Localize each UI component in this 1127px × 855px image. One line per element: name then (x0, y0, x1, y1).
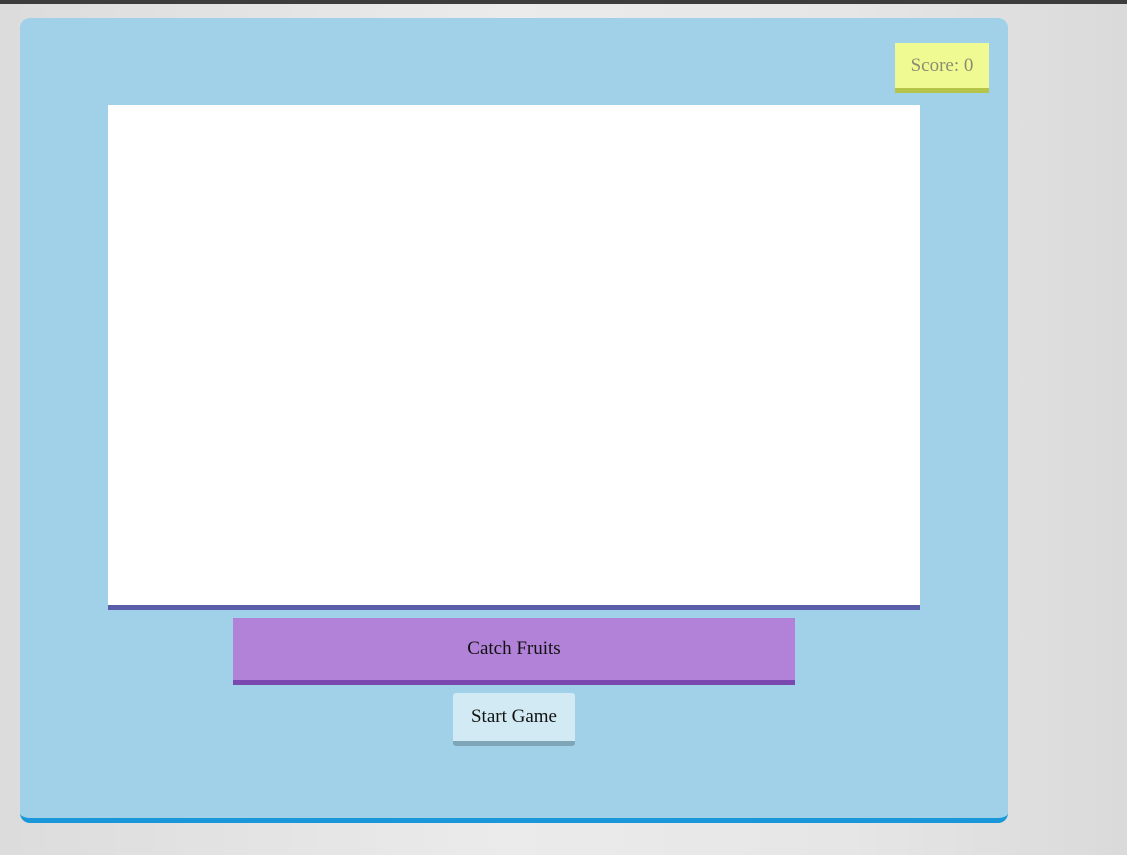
browser-top-strip (0, 0, 1127, 4)
game-title-bar: Catch Fruits (233, 618, 795, 685)
game-panel: Score: 0 Catch Fruits Start Game (20, 18, 1008, 823)
start-game-button[interactable]: Start Game (453, 693, 575, 746)
game-canvas[interactable] (108, 105, 920, 610)
start-game-label: Start Game (470, 706, 557, 727)
score-label: Score: 0 (910, 54, 974, 76)
score-display: Score: 0 (895, 43, 989, 93)
game-title: Catch Fruits (467, 638, 561, 659)
